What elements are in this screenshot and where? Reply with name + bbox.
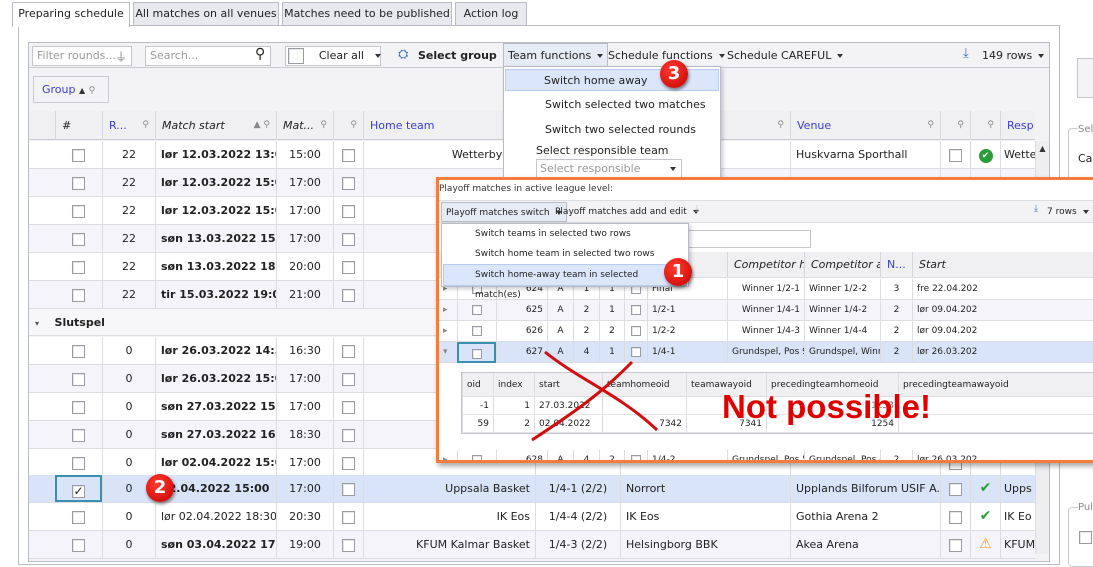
cross-line xyxy=(531,360,634,442)
cross-mark xyxy=(531,350,659,442)
not-possible-text: Not possible! xyxy=(722,388,932,425)
step-badge-3: 3 xyxy=(660,60,688,88)
step-badge-2: 2 xyxy=(146,474,174,502)
step-badge-1: 1 xyxy=(664,258,692,286)
